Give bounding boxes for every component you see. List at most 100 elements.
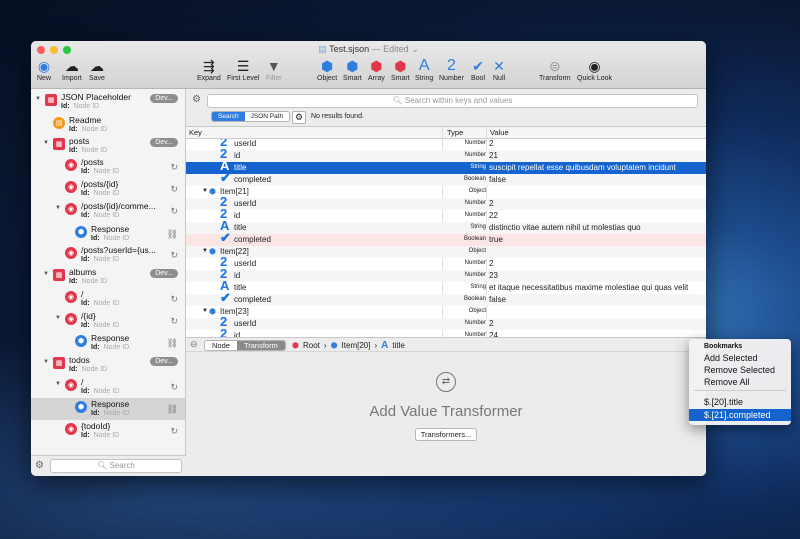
environment-badge[interactable]: Dev... bbox=[150, 138, 178, 147]
search-mode-search[interactable]: Search bbox=[212, 112, 245, 121]
row-value[interactable]: false bbox=[489, 175, 506, 184]
row-value[interactable]: true bbox=[489, 235, 503, 244]
save-button[interactable]: ☁ Save bbox=[89, 56, 105, 83]
node-id-field[interactable]: Id: Node ID bbox=[81, 388, 119, 395]
table-row[interactable]: 2 userId Number 2 bbox=[186, 254, 706, 270]
sidebar-item[interactable]: ▼ ◉ / Id: Node ID ↻ bbox=[31, 376, 185, 398]
sidebar-item[interactable]: ▼ ◉ /{id} Id: Node ID ↻ bbox=[31, 310, 185, 332]
table-row[interactable]: ▼ ⬢ Item[23] Object bbox=[186, 306, 706, 318]
node-id-field[interactable]: Id: Node ID bbox=[91, 410, 129, 417]
node-id-field[interactable]: Id: Node ID bbox=[91, 344, 129, 351]
node-id-field[interactable]: Id: Node ID bbox=[69, 126, 107, 133]
environment-badge[interactable]: Dev... bbox=[150, 357, 178, 366]
sidebar-item[interactable]: ◉ /posts/{id} Id: Node ID ↻ bbox=[31, 178, 185, 200]
tab-transform[interactable]: Transform bbox=[236, 341, 285, 350]
remove-all-item[interactable]: Remove All bbox=[689, 377, 791, 387]
disclosure-triangle-icon[interactable]: ▼ bbox=[55, 315, 61, 321]
table-row[interactable]: 2 userId Number 2 bbox=[186, 139, 706, 150]
link-icon[interactable]: ⛓ bbox=[167, 338, 178, 349]
table-row[interactable]: Atitle String distinctio vitae autem nihil… bbox=[186, 218, 706, 234]
import-button[interactable]: ☁ Import bbox=[62, 56, 82, 83]
breadcrumb-root[interactable]: Root bbox=[303, 341, 320, 350]
breadcrumb-title[interactable]: title bbox=[392, 341, 404, 350]
table-row[interactable]: ▼ ⬢ Item[21] Object bbox=[186, 186, 706, 198]
add-bool-button[interactable]: ✔ Bool bbox=[471, 56, 485, 83]
sidebar-item[interactable]: ▼ ▦ todos Id: Node ID Dev... bbox=[31, 354, 185, 376]
row-value[interactable]: 2 bbox=[489, 199, 493, 208]
sidebar-item[interactable]: ⬢ Response Id: Node ID ⛓ bbox=[31, 398, 185, 420]
collapse-minus-icon[interactable]: ⊖ bbox=[190, 339, 198, 350]
sidebar-search-input[interactable]: 🔍︎ Search bbox=[50, 459, 182, 473]
sidebar-item[interactable]: ▼ ▦ posts Id: Node ID Dev... bbox=[31, 135, 185, 157]
table-row[interactable]: ✔ completed Boolean true bbox=[186, 230, 706, 246]
add-object-button[interactable]: ⬢ Object bbox=[317, 56, 337, 83]
first-level-button[interactable]: ☰ First Level bbox=[227, 56, 259, 83]
node-id-field[interactable]: Id: Node ID bbox=[81, 190, 119, 197]
table-row[interactable]: 2 id Number 24 bbox=[186, 326, 706, 337]
refresh-icon[interactable]: ↻ bbox=[170, 206, 178, 217]
add-smart-array-button[interactable]: ⬢ Smart bbox=[391, 56, 410, 83]
add-null-button[interactable]: ✕ Null bbox=[493, 56, 505, 83]
table-row[interactable]: ✔ completed Boolean false bbox=[186, 290, 706, 306]
disclosure-triangle-icon[interactable]: ▼ bbox=[202, 188, 208, 194]
disclosure-triangle-icon[interactable]: ▼ bbox=[202, 248, 208, 254]
add-string-button[interactable]: A String bbox=[415, 56, 433, 82]
row-value[interactable]: 21 bbox=[489, 151, 498, 160]
sidebar-item[interactable]: ◉ /posts Id: Node ID ↻ bbox=[31, 156, 185, 178]
row-value[interactable]: 2 bbox=[489, 319, 493, 328]
column-key[interactable]: Key bbox=[189, 128, 202, 137]
table-row[interactable]: 2 id Number 23 bbox=[186, 266, 706, 282]
sidebar-item[interactable]: ◉ {todoId} Id: Node ID ↻ bbox=[31, 420, 185, 442]
search-options-gear-icon[interactable]: ⚙ bbox=[292, 111, 307, 124]
refresh-icon[interactable]: ↻ bbox=[170, 184, 178, 195]
disclosure-triangle-icon[interactable]: ▼ bbox=[202, 308, 208, 314]
disclosure-triangle-icon[interactable]: ▼ bbox=[55, 205, 61, 211]
sidebar-item[interactable]: ◉ / Id: Node ID ↻ bbox=[31, 288, 185, 310]
gear-icon[interactable]: ⚙ bbox=[35, 460, 44, 471]
row-value[interactable]: 23 bbox=[489, 271, 498, 280]
add-selected-item[interactable]: Add Selected bbox=[689, 353, 791, 363]
quick-look-button[interactable]: ◉ Quick Look bbox=[577, 56, 612, 83]
sidebar-item[interactable]: ▼ ▦ JSON Placeholder Id: Node ID Dev... bbox=[31, 91, 185, 113]
transform-button[interactable]: ⊜ Transform bbox=[539, 56, 571, 83]
edit-status[interactable]: — Edited ⌄ bbox=[372, 44, 419, 54]
row-value[interactable]: false bbox=[489, 295, 506, 304]
add-array-button[interactable]: ⬢ Array bbox=[368, 56, 385, 83]
table-row[interactable]: 2 userId Number 2 bbox=[186, 194, 706, 210]
node-id-field[interactable]: Id: Node ID bbox=[81, 432, 119, 439]
node-id-field[interactable]: Id: Node ID bbox=[69, 147, 107, 154]
node-id-field[interactable]: Id: Node ID bbox=[81, 168, 119, 175]
new-button[interactable]: ◉ New bbox=[37, 56, 51, 83]
table-row[interactable]: ▼ ⬢ Item[22] Object bbox=[186, 246, 706, 258]
environment-badge[interactable]: Dev... bbox=[150, 269, 178, 278]
node-id-field[interactable]: Id: Node ID bbox=[81, 212, 119, 219]
disclosure-triangle-icon[interactable]: ▼ bbox=[43, 359, 49, 365]
row-value[interactable]: et itaque necessitatibus maxime molestia… bbox=[489, 283, 688, 292]
table-row[interactable]: ✔ completed Boolean false bbox=[186, 170, 706, 186]
environment-badge[interactable]: Dev... bbox=[150, 94, 178, 103]
row-value[interactable]: 22 bbox=[489, 211, 498, 220]
add-smart-object-button[interactable]: ⬢ Smart bbox=[343, 56, 362, 83]
refresh-icon[interactable]: ↻ bbox=[170, 250, 178, 261]
breadcrumb-item[interactable]: Item[20] bbox=[342, 341, 371, 350]
disclosure-triangle-icon[interactable]: ▼ bbox=[55, 381, 61, 387]
table-row[interactable]: Atitle String et itaque necessitatibus max… bbox=[186, 278, 706, 294]
node-id-field[interactable]: Id: Node ID bbox=[81, 256, 119, 263]
sidebar-item[interactable]: ▼ ◉ /posts/{id}/comme... Id: Node ID ↻ bbox=[31, 200, 185, 222]
sidebar-item[interactable]: ◉ /posts?userId={us... Id: Node ID ↻ bbox=[31, 244, 185, 266]
refresh-icon[interactable]: ↻ bbox=[170, 294, 178, 305]
table-row[interactable]: 2 userId Number 2 bbox=[186, 314, 706, 330]
table-row[interactable]: 2 id Number 22 bbox=[186, 206, 706, 222]
row-value[interactable]: distinctio vitae autem nihil ut molestia… bbox=[489, 223, 641, 232]
bookmark-item-selected[interactable]: $.[21].completed bbox=[689, 409, 791, 421]
node-id-field[interactable]: Id: Node ID bbox=[69, 278, 107, 285]
tab-node[interactable]: Node bbox=[205, 341, 237, 350]
disclosure-triangle-icon[interactable]: ▼ bbox=[35, 96, 41, 102]
refresh-icon[interactable]: ↻ bbox=[170, 426, 178, 437]
filter-button[interactable]: ▼ Filter bbox=[266, 56, 282, 83]
table-row[interactable]: Atitle String suscipit repellat esse quibu… bbox=[186, 158, 706, 174]
search-settings-gear-icon[interactable]: ⚙ bbox=[192, 94, 201, 105]
row-value[interactable]: 2 bbox=[489, 259, 493, 268]
refresh-icon[interactable]: ↻ bbox=[170, 382, 178, 393]
node-id-field[interactable]: Id: Node ID bbox=[69, 366, 107, 373]
